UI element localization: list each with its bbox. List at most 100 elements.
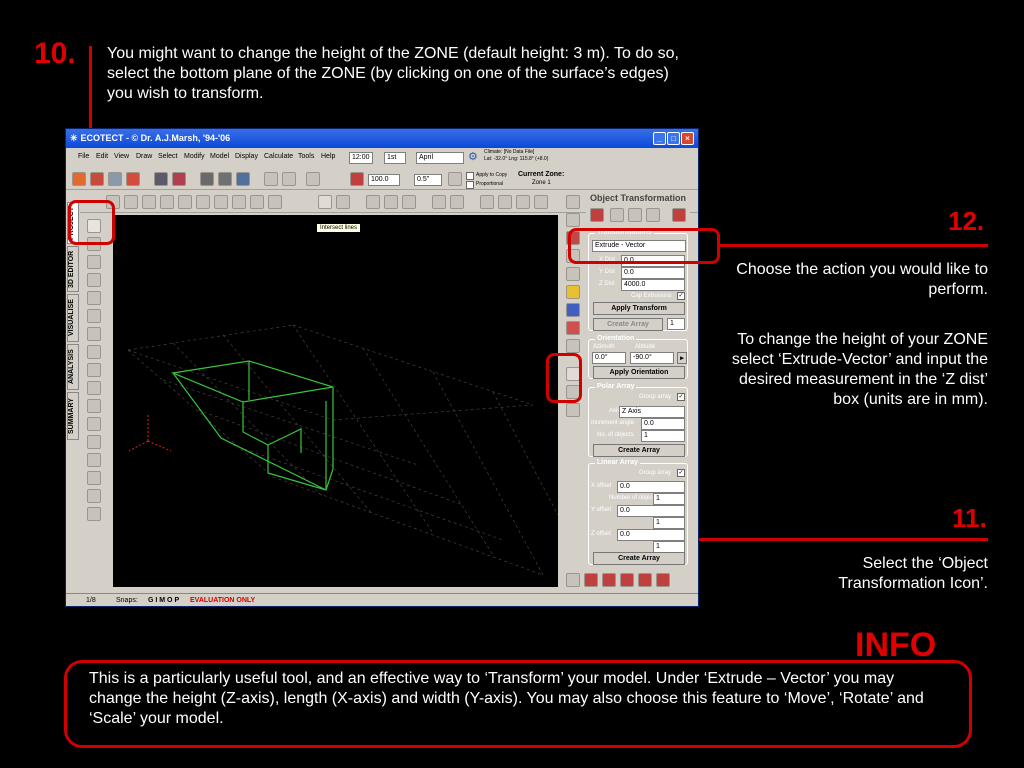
- save-icon[interactable]: [108, 172, 122, 186]
- menu-model[interactable]: Model: [210, 153, 229, 160]
- open-icon[interactable]: [90, 172, 104, 186]
- panel-icon[interactable]: [516, 195, 530, 209]
- gear-icon[interactable]: [218, 172, 232, 186]
- solar-collector-icon[interactable]: [87, 489, 101, 503]
- redo-icon[interactable]: [282, 172, 296, 186]
- axis-mode-icon[interactable]: [610, 208, 624, 222]
- distribute-icon[interactable]: [646, 208, 660, 222]
- x-offset-field[interactable]: 0.0: [617, 481, 685, 493]
- grid-icon[interactable]: [87, 471, 101, 485]
- menu-calculate[interactable]: Calculate: [264, 153, 293, 160]
- box-icon[interactable]: [124, 195, 138, 209]
- minimize-button[interactable]: _: [653, 132, 666, 145]
- visual-icon-2[interactable]: [584, 573, 598, 587]
- polar-axis-select[interactable]: Z Axis: [619, 406, 685, 418]
- menu-modify[interactable]: Modify: [184, 153, 205, 160]
- chevron-icon[interactable]: [336, 195, 350, 209]
- plane-icon[interactable]: [87, 255, 101, 269]
- menu-view[interactable]: View: [114, 153, 129, 160]
- visual-icon-1[interactable]: [566, 573, 580, 587]
- select-arrow-icon[interactable]: [566, 195, 580, 209]
- floor-icon[interactable]: [498, 195, 512, 209]
- menu-display[interactable]: Display: [235, 153, 258, 160]
- polar-num-field[interactable]: 1: [641, 430, 685, 442]
- linear-create-array-button[interactable]: Create Array: [593, 552, 685, 565]
- line-icon[interactable]: [214, 195, 228, 209]
- y-offset-field[interactable]: 0.0: [617, 505, 685, 517]
- appliance-icon[interactable]: [87, 453, 101, 467]
- help-cursor-icon[interactable]: [306, 172, 320, 186]
- wedge-icon[interactable]: [160, 195, 174, 209]
- step-field[interactable]: 0.5": [414, 174, 442, 186]
- z-dist-field[interactable]: 4000.0: [621, 279, 685, 291]
- window-icon[interactable]: [432, 195, 446, 209]
- script-icon[interactable]: [566, 403, 580, 417]
- speaker-icon[interactable]: [87, 417, 101, 431]
- chain-icon[interactable]: [402, 195, 416, 209]
- transform-mode-icon[interactable]: [590, 208, 604, 222]
- orientation-arrow-button[interactable]: ▸: [677, 352, 687, 364]
- axis-icon[interactable]: [448, 172, 462, 186]
- extend-icon[interactable]: [250, 195, 264, 209]
- linear-num-field-2[interactable]: 1: [653, 517, 685, 529]
- roof-tool-icon[interactable]: [87, 327, 101, 341]
- floor-tool-icon[interactable]: [87, 345, 101, 359]
- door-icon[interactable]: [450, 195, 464, 209]
- altitude-field[interactable]: -90.0°: [630, 352, 674, 364]
- line-tool-icon[interactable]: [87, 273, 101, 287]
- maximize-button[interactable]: □: [667, 132, 680, 145]
- menu-draw[interactable]: Draw: [136, 153, 152, 160]
- stretch-icon[interactable]: [196, 195, 210, 209]
- apply-transform-button[interactable]: Apply Transform: [593, 302, 685, 315]
- link-icon[interactable]: [366, 195, 380, 209]
- cap-extrusions-checkbox[interactable]: ✓: [677, 292, 685, 300]
- menu-tools[interactable]: Tools: [298, 153, 314, 160]
- visual-icon-5[interactable]: [638, 573, 652, 587]
- acoustic-icon[interactable]: [566, 321, 580, 335]
- gear-mode-icon[interactable]: [672, 208, 686, 222]
- visual-icon-4[interactable]: [620, 573, 634, 587]
- roof-icon[interactable]: [480, 195, 494, 209]
- window-tool-icon[interactable]: [87, 381, 101, 395]
- layers-icon[interactable]: [236, 172, 250, 186]
- tab-analysis[interactable]: ANALYSIS: [67, 344, 79, 390]
- menu-select[interactable]: Select: [158, 153, 177, 160]
- flag-icon[interactable]: [126, 172, 140, 186]
- z-offset-field[interactable]: 0.0: [617, 529, 685, 541]
- wall-tool-icon[interactable]: [87, 363, 101, 377]
- corner-icon[interactable]: [268, 195, 282, 209]
- create-array-button[interactable]: Create Array: [593, 318, 663, 331]
- unlink-icon[interactable]: [384, 195, 398, 209]
- day-field[interactable]: 1st: [384, 152, 406, 164]
- align-icon[interactable]: [628, 208, 642, 222]
- zoom-icon[interactable]: [350, 172, 364, 186]
- time-field[interactable]: 12:00: [349, 152, 373, 164]
- intersect-lines-icon[interactable]: [318, 195, 332, 209]
- menu-file[interactable]: File: [78, 153, 89, 160]
- mirror-icon[interactable]: [142, 195, 156, 209]
- sun-icon[interactable]: [566, 285, 580, 299]
- polar-group-checkbox[interactable]: ✓: [677, 393, 685, 401]
- menu-help[interactable]: Help: [321, 153, 335, 160]
- visual-icon-3[interactable]: [602, 573, 616, 587]
- polyline-icon[interactable]: [87, 291, 101, 305]
- proportional-checkbox[interactable]: [466, 181, 474, 189]
- camera-icon[interactable]: [154, 172, 168, 186]
- tab-visualise[interactable]: VISUALISE: [67, 294, 79, 342]
- volume-icon[interactable]: [566, 339, 580, 353]
- status-snap-modes[interactable]: G I M O P: [148, 597, 179, 604]
- visual-icon-6[interactable]: [656, 573, 670, 587]
- triangle-icon[interactable]: [178, 195, 192, 209]
- menu-edit[interactable]: Edit: [96, 153, 108, 160]
- close-button[interactable]: ×: [681, 132, 694, 145]
- material-icon[interactable]: [566, 213, 580, 227]
- light-icon[interactable]: [87, 399, 101, 413]
- tab-summary[interactable]: SUMMARY: [67, 392, 79, 440]
- linear-num-field[interactable]: 1: [653, 493, 685, 505]
- linear-group-checkbox[interactable]: ✓: [677, 469, 685, 477]
- undo-icon[interactable]: [264, 172, 278, 186]
- wrench-icon[interactable]: [200, 172, 214, 186]
- y-dist-field[interactable]: 0.0: [621, 267, 685, 279]
- zigzag-icon[interactable]: [87, 507, 101, 521]
- polar-create-array-button[interactable]: Create Array: [593, 444, 685, 457]
